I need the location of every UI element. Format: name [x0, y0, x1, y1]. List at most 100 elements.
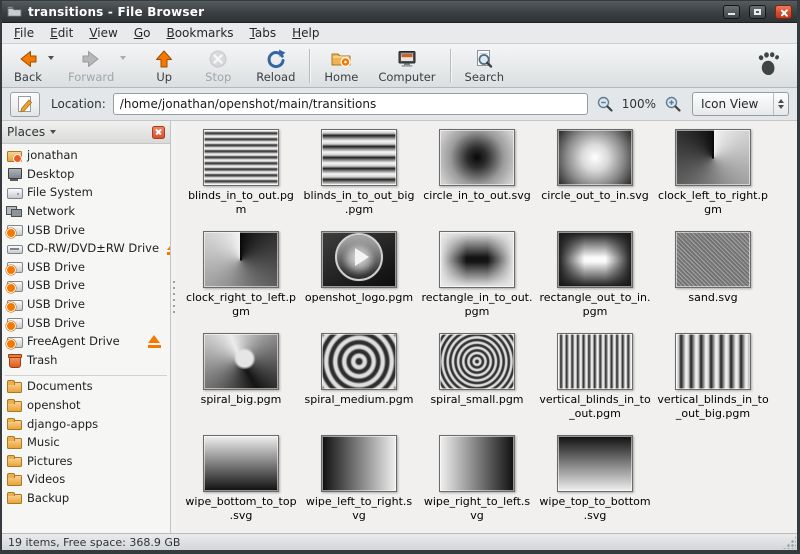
gnome-foot-icon — [755, 50, 781, 78]
file-thumbnail — [321, 231, 397, 288]
sidebar-item[interactable]: USB Drive — [2, 295, 170, 314]
titlebar: transitions - File Browser — [2, 1, 797, 23]
up-button[interactable]: Up — [144, 47, 184, 85]
view-mode-select[interactable]: Icon View — [692, 92, 789, 116]
file-thumbnail — [203, 231, 279, 288]
file-item[interactable]: openshot_logo.pgm — [302, 231, 416, 333]
pane-separator[interactable] — [170, 121, 176, 533]
file-name: blinds_in_to_out.pgm — [185, 189, 297, 216]
sidebar-item[interactable]: Desktop — [2, 165, 170, 184]
file-item[interactable]: wipe_bottom_to_top.svg — [184, 435, 298, 537]
file-item[interactable]: vertical_blinds_in_to_out_big.pgm — [656, 333, 770, 435]
file-item[interactable]: spiral_big.pgm — [184, 333, 298, 435]
sidebar-item[interactable]: USB Drive — [2, 313, 170, 332]
folder-icon — [6, 453, 22, 469]
status-text: 19 items, Free space: 368.9 GB — [8, 536, 180, 549]
file-item[interactable]: clock_right_to_left.pgm — [184, 231, 298, 333]
sidebar-item[interactable]: Documents — [2, 377, 170, 396]
file-name: blinds_in_to_out_big.pgm — [303, 189, 415, 216]
menu-item[interactable]: File — [6, 24, 42, 42]
file-thumbnail — [321, 129, 397, 186]
sidebar-item[interactable]: USB Drive — [2, 258, 170, 277]
reload-button[interactable]: Reload — [250, 47, 301, 85]
close-button[interactable] — [775, 5, 792, 19]
file-item[interactable]: vertical_blinds_in_to_out.pgm — [538, 333, 652, 435]
file-item[interactable]: blinds_in_to_out_big.pgm — [302, 129, 416, 231]
file-name: circle_in_to_out.svg — [423, 189, 531, 203]
sidebar-item[interactable]: File System — [2, 183, 170, 202]
sidebar-item[interactable]: django-apps — [2, 414, 170, 433]
file-name: rectangle_out_to_in.pgm — [539, 291, 651, 318]
drive-icon — [6, 184, 22, 200]
usb-drive-icon — [6, 333, 22, 349]
location-toggle-button[interactable] — [10, 92, 40, 117]
file-thumbnail — [439, 231, 515, 288]
sidebar-item[interactable]: Pictures — [2, 452, 170, 471]
zoom-level: 100% — [622, 97, 656, 111]
sidebar-item[interactable]: Trash — [2, 351, 170, 370]
arrow-right-icon — [80, 48, 102, 70]
pane-separator-grip[interactable] — [173, 281, 176, 315]
menu-item[interactable]: Tabs — [242, 24, 285, 42]
location-input[interactable] — [113, 93, 588, 115]
places-dropdown-icon[interactable] — [50, 130, 56, 134]
file-item[interactable]: wipe_right_to_left.svg — [420, 435, 534, 537]
home-folder-icon — [6, 147, 22, 163]
sidebar-item[interactable]: FreeAgent Drive — [2, 332, 170, 351]
sidebar-item[interactable]: jonathan — [2, 146, 170, 165]
sidebar-item[interactable]: Backup — [2, 489, 170, 508]
file-thumbnail — [439, 333, 515, 390]
file-thumbnail — [203, 333, 279, 390]
file-item[interactable]: spiral_small.pgm — [420, 333, 534, 435]
maximize-button[interactable] — [749, 5, 766, 19]
zoom-out-button[interactable] — [595, 94, 615, 114]
forward-button[interactable]: Forward — [62, 47, 120, 85]
sidebar-item[interactable]: USB Drive — [2, 220, 170, 239]
places-close-button[interactable] — [152, 126, 165, 139]
back-button[interactable]: Back — [8, 47, 48, 85]
window-title: transitions - File Browser — [28, 5, 204, 19]
eject-button[interactable] — [145, 335, 165, 348]
file-item[interactable]: wipe_left_to_right.svg — [302, 435, 416, 537]
places-list: jonathan Desktop File System — [2, 144, 170, 533]
computer-button[interactable]: Computer — [372, 47, 441, 85]
sidebar-item[interactable]: openshot — [2, 396, 170, 415]
file-item[interactable]: spiral_medium.pgm — [302, 333, 416, 435]
back-history-dropdown[interactable] — [48, 56, 54, 60]
menu-bar: File Edit View Go Bookmarks Tabs Help — [2, 23, 797, 44]
file-item[interactable]: wipe_top_to_bottom.svg — [538, 435, 652, 537]
file-item[interactable]: rectangle_in_to_out.pgm — [420, 231, 534, 333]
file-item[interactable]: blinds_in_to_out.pgm — [184, 129, 298, 231]
usb-drive-icon — [6, 296, 22, 312]
folder-icon — [6, 490, 22, 506]
folder-icon — [6, 416, 22, 432]
sidebar-item[interactable]: Videos — [2, 470, 170, 489]
home-button[interactable]: Home — [318, 47, 364, 85]
minimize-button[interactable] — [723, 5, 740, 19]
file-thumbnail — [675, 333, 751, 390]
menu-item[interactable]: Edit — [42, 24, 81, 42]
zoom-in-button[interactable] — [663, 94, 683, 114]
file-name: vertical_blinds_in_to_out_big.pgm — [657, 393, 769, 420]
window-folder-icon — [7, 4, 22, 19]
menu-item[interactable]: Help — [284, 24, 327, 42]
sidebar-item[interactable]: Music — [2, 433, 170, 452]
resize-grip[interactable] — [783, 536, 796, 549]
sidebar-item[interactable] — [5, 370, 167, 376]
sidebar-item[interactable]: CD-RW/DVD±RW Drive — [2, 239, 170, 258]
file-item[interactable]: sand.svg — [656, 231, 770, 333]
sidebar-item[interactable]: USB Drive — [2, 276, 170, 295]
stop-button[interactable]: Stop — [198, 47, 238, 85]
file-thumbnail — [321, 435, 397, 492]
menu-item[interactable]: Go — [126, 24, 159, 42]
search-button[interactable]: Search — [459, 47, 511, 85]
file-item[interactable]: rectangle_out_to_in.pgm — [538, 231, 652, 333]
menu-item[interactable]: Bookmarks — [158, 24, 241, 42]
menu-item[interactable]: View — [81, 24, 125, 42]
forward-history-dropdown[interactable] — [120, 56, 126, 60]
file-item[interactable]: circle_out_to_in.svg — [538, 129, 652, 231]
file-item[interactable]: circle_in_to_out.svg — [420, 129, 534, 231]
file-item[interactable]: clock_left_to_right.pgm — [656, 129, 770, 231]
arrow-left-icon — [17, 48, 39, 70]
sidebar-item[interactable]: Network — [2, 202, 170, 221]
